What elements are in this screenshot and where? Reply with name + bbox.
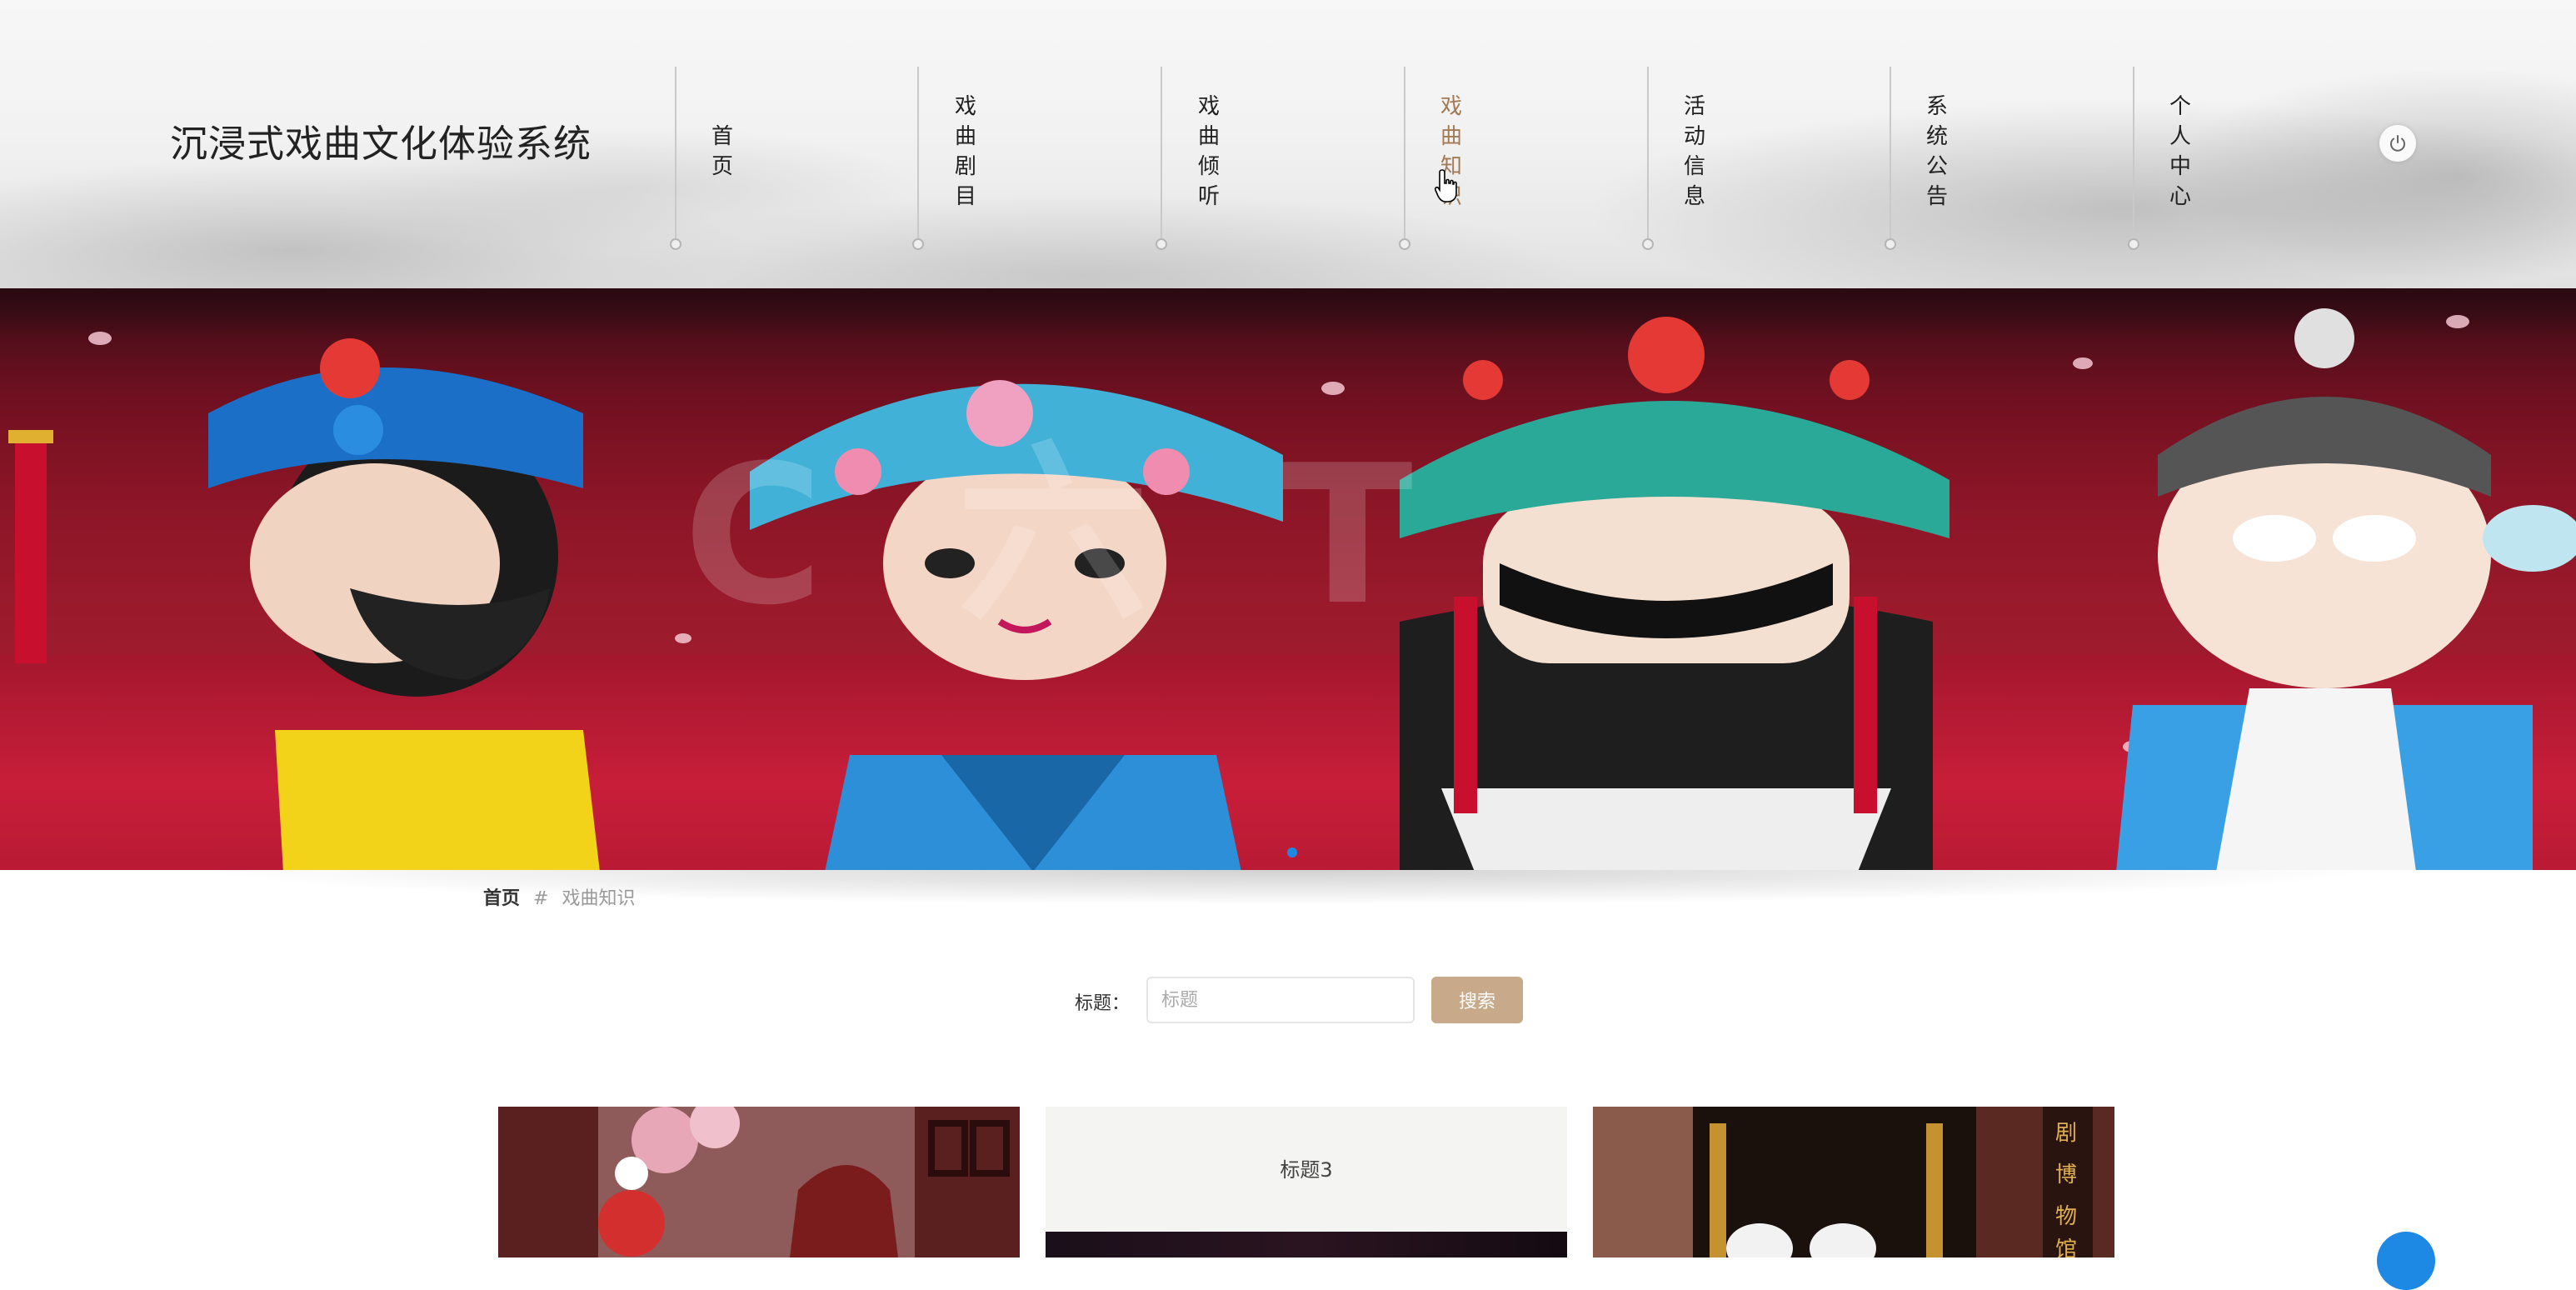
opera-character-4	[2116, 308, 2576, 870]
search-title-label: 标题：	[1075, 993, 1131, 1014]
knowledge-card[interactable]: 标题3	[1046, 1107, 1567, 1258]
opera-character-1	[208, 338, 600, 870]
svg-text:剧: 剧	[2055, 1121, 2077, 1146]
search-title-input[interactable]	[1146, 977, 1415, 1023]
nav-divider-dot	[1156, 238, 1167, 250]
nav-divider-dot	[1399, 238, 1410, 250]
banner-watermark-decoration: C 六 T	[683, 425, 1446, 648]
nav-divider-dot	[912, 238, 924, 250]
nav-divider-line	[675, 67, 676, 242]
nav-item-opera-listening[interactable]: 戏曲倾听	[1196, 92, 1221, 212]
nav-divider-line	[1647, 67, 1649, 242]
floating-chat-button[interactable]	[2377, 1232, 2435, 1290]
svg-text:馆: 馆	[2055, 1238, 2077, 1258]
card-image-opera-performers	[498, 1107, 1020, 1258]
nav-divider-line	[1161, 67, 1162, 242]
nav-item-personal-center[interactable]: 个人中心	[2168, 92, 2193, 212]
nav-divider-dot	[670, 238, 681, 250]
opera-character-3	[1400, 317, 1949, 870]
card-image	[1046, 1232, 1567, 1258]
svg-text:物: 物	[2055, 1204, 2077, 1229]
nav-divider-dot	[2128, 238, 2139, 250]
breadcrumb-current: 戏曲知识	[562, 888, 636, 909]
card-title: 标题3	[1280, 1158, 1333, 1182]
site-header: 沉浸式戏曲文化体验系统 首页 戏曲剧目 戏曲倾听 戏曲知识 活动信息 系统公告 …	[0, 0, 2576, 288]
site-title: 沉浸式戏曲文化体验系统	[170, 122, 592, 166]
knowledge-card[interactable]: 剧 博 物 馆	[1593, 1107, 2114, 1258]
breadcrumb-separator: #	[533, 888, 549, 909]
nav-item-opera-repertoire[interactable]: 戏曲剧目	[953, 92, 978, 212]
power-glyph-icon	[2390, 135, 2405, 152]
nav-divider-line	[1404, 67, 1405, 242]
breadcrumb: 首页 # 戏曲知识	[483, 883, 635, 910]
hand-cursor-icon	[1435, 169, 1457, 202]
nav-divider-dot	[1885, 238, 1896, 250]
nav-divider-line	[2133, 67, 2134, 242]
banner-shadow-decoration	[0, 870, 2576, 920]
carousel-indicator-dot[interactable]	[1287, 848, 1297, 858]
power-icon[interactable]	[2379, 125, 2416, 162]
nav-divider-line	[917, 67, 919, 242]
nav-item-activity-info[interactable]: 活动信息	[1682, 92, 1707, 212]
hero-banner: C 六 T	[0, 288, 2576, 870]
search-button[interactable]: 搜索	[1431, 977, 1523, 1023]
nav-divider-dot	[1642, 238, 1654, 250]
card-image-opera-museum: 剧 博 物 馆	[1593, 1107, 2114, 1258]
svg-text:博: 博	[2055, 1162, 2077, 1188]
nav-divider-line	[1890, 67, 1891, 242]
nav-item-system-notice[interactable]: 系统公告	[1925, 92, 1949, 212]
breadcrumb-home-link[interactable]: 首页	[483, 888, 520, 909]
knowledge-card[interactable]	[498, 1107, 1020, 1258]
nav-item-home[interactable]: 首页	[710, 122, 735, 182]
